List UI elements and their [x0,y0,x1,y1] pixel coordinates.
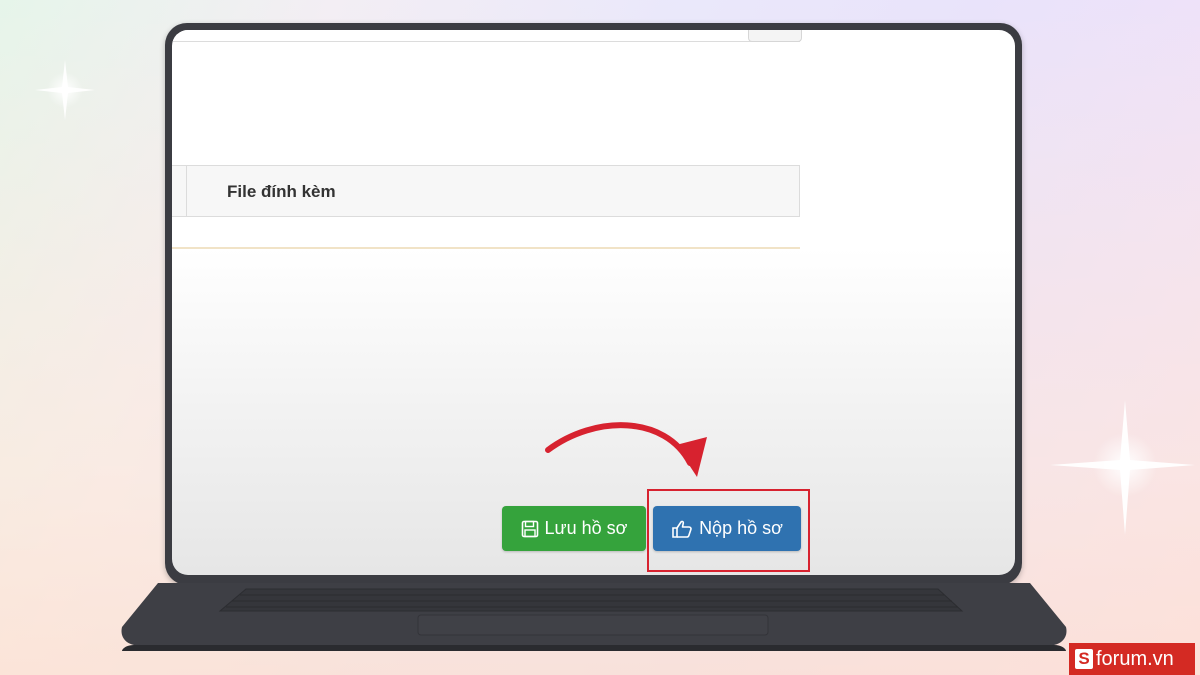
form-section-edge [172,30,800,42]
sforum-logo: S [1075,649,1093,669]
sparkle-left [30,55,100,125]
floppy-disk-icon [521,520,539,538]
background-stage: File đính kèm Lưu hồ sơ Nộp hồ sơ S foru… [0,0,1200,675]
laptop-base [118,583,1070,653]
laptop-screen: File đính kèm Lưu hồ sơ Nộp hồ sơ [172,30,1015,575]
curved-arrow-icon [540,415,720,490]
attachment-table-header: File đính kèm [172,165,800,217]
save-profile-button[interactable]: Lưu hồ sơ [502,506,646,551]
sparkle-right [1050,395,1200,545]
sforum-watermark: S forum.vn [1069,643,1195,675]
attachment-header-label: File đính kèm [227,182,336,201]
save-profile-label: Lưu hồ sơ [544,518,628,538]
sforum-watermark-text: forum.vn [1096,647,1174,670]
submit-highlight-box [647,489,810,572]
table-cell-divider [186,166,187,216]
section-divider [172,247,800,249]
form-scroll-box [748,30,802,42]
